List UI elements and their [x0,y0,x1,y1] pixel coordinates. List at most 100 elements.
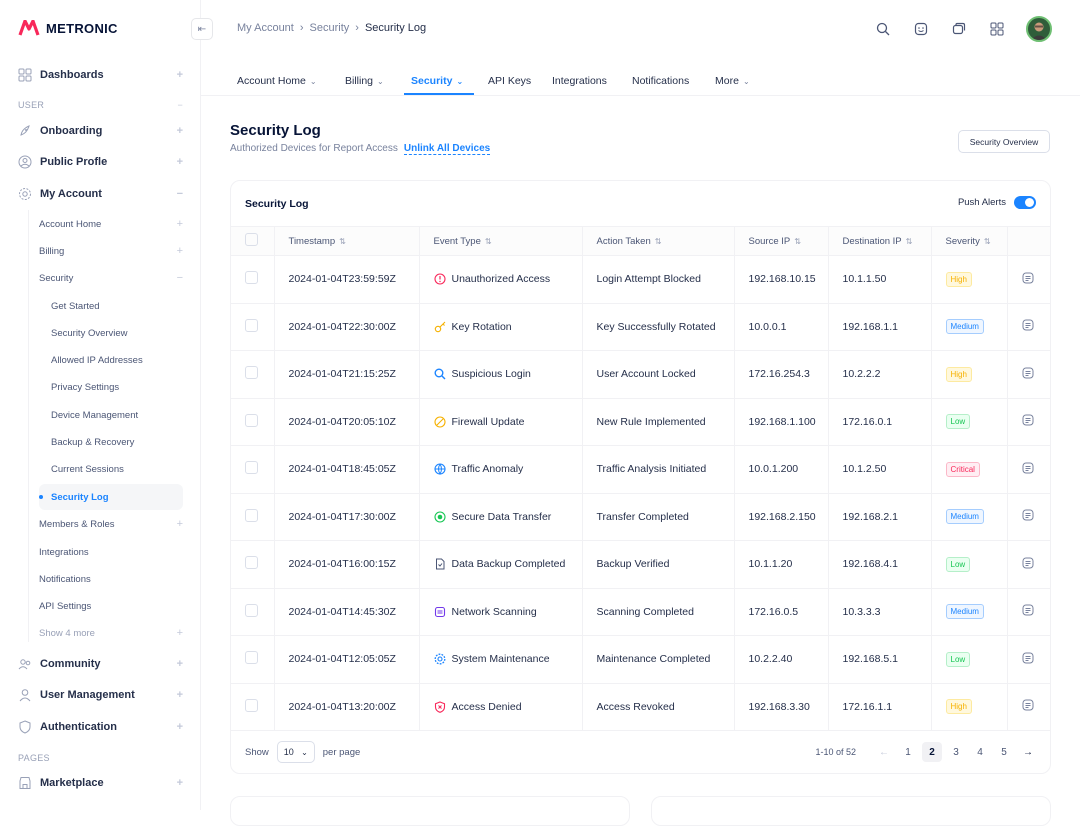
chat-icon[interactable] [912,20,930,38]
row-checkbox[interactable] [245,651,258,665]
sidebar-subitem-security[interactable]: Security − [39,266,183,290]
row-checkbox[interactable] [245,603,258,617]
note-icon[interactable] [1022,462,1034,474]
sidebar-item-marketplace[interactable]: Marketplace + [18,770,183,796]
user-circle-icon [18,155,32,169]
tab-billing[interactable]: Billing ⌄ [345,67,384,95]
logo[interactable]: METRONIC [18,20,118,36]
column-header: Severity [945,235,980,247]
header: My Account › Security › Security Log [201,0,1080,57]
destination-ip-cell: 10.3.3.3 [827,588,931,636]
note-icon[interactable] [1022,604,1034,616]
sidebar-subitem-allowed-ip-addresses[interactable]: Allowed IP Addresses [39,348,183,374]
destination-ip-cell: 192.168.4.1 [827,540,931,589]
apps-icon[interactable] [988,20,1006,38]
row-checkbox[interactable] [245,556,258,570]
row-checkbox[interactable] [245,508,258,522]
sidebar-subitem-current-sessions[interactable]: Current Sessions [39,457,183,483]
sidebar-subitem-account-home[interactable]: Account Home + [39,212,183,236]
unlink-all-devices-link[interactable]: Unlink All Devices [403,143,491,155]
breadcrumb-item[interactable]: Security [310,22,350,34]
security-overview-button[interactable]: Security Overview [958,130,1050,153]
sidebar-item-public-profle[interactable]: Public Profle + [18,149,183,175]
column-header: Timestamp [288,235,336,247]
event-type-label: Key Rotation [451,320,512,333]
note-icon[interactable] [1022,652,1034,664]
next-page-icon[interactable]: → [1018,742,1038,762]
sidebar-item-community[interactable]: Community + [18,651,183,677]
row-select-cell [231,350,274,399]
source-ip-cell: 10.0.1.200 [733,445,828,494]
sidebar-item-user-management[interactable]: User Management + [18,682,183,708]
avatar[interactable] [1026,16,1052,42]
sidebar-item-my-account[interactable]: My Account − [18,181,183,207]
sidebar-subitem-privacy-settings[interactable]: Privacy Settings [39,375,183,401]
severity-cell: High [930,350,1007,399]
sidebar: METRONIC Dashboards + USER − Onboarding + Publ… [0,0,201,810]
sidebar-subitem-get-started[interactable]: Get Started [39,293,183,319]
row-checkbox[interactable] [245,698,258,712]
page-button[interactable]: 3 [946,742,966,762]
page-button[interactable]: 4 [970,742,990,762]
tab-security[interactable]: Security ⌄ [411,67,463,95]
col-severity[interactable]: Severity ⇅ [930,226,1007,256]
expand-icon: + [176,218,183,230]
search-icon[interactable] [874,20,892,38]
push-alerts-toggle[interactable] [1014,196,1036,209]
breadcrumb-item[interactable]: My Account [237,22,294,34]
sidebar-item-label: Marketplace [40,777,104,789]
select-all-checkbox[interactable] [245,233,258,246]
note-icon[interactable] [1022,557,1034,569]
note-icon[interactable] [1022,509,1034,521]
sidebar-subitem-api-settings[interactable]: API Settings [39,594,183,618]
sidebar-subitem-billing[interactable]: Billing + [39,239,183,263]
destination-ip-cell: 192.168.5.1 [827,635,931,684]
tab-notifications[interactable]: Notifications [632,67,689,95]
sort-icon: ⇅ [484,236,492,246]
sidebar-item-onboarding[interactable]: Onboarding + [18,118,183,144]
sidebar-item-label: Public Profle [40,156,108,168]
note-icon[interactable] [1022,699,1034,711]
timestamp-cell: 2024-01-04T16:00:15Z [273,540,419,589]
row-checkbox[interactable] [245,318,258,332]
tab-more[interactable]: More ⌄ [715,67,750,95]
page-button[interactable]: 5 [994,742,1014,762]
tab-api-keys[interactable]: API Keys [488,67,531,95]
sidebar-subitem-integrations[interactable]: Integrations [39,540,183,564]
sidebar-subitem-security-log[interactable]: Security Log [39,484,183,511]
sidebar-subitem-device-management[interactable]: Device Management [39,402,183,428]
row-select-cell [231,493,274,541]
col-action-taken[interactable]: Action Taken ⇅ [581,226,734,256]
tab-integrations[interactable]: Integrations [552,67,607,95]
col-timestamp[interactable]: Timestamp ⇅ [273,226,419,256]
severity-badge: Medium [945,319,984,335]
sidebar-subitem-members-roles[interactable]: Members & Roles + [39,512,183,536]
note-icon[interactable] [1022,414,1034,426]
row-checkbox[interactable] [245,271,258,285]
sidebar-item-dashboards[interactable]: Dashboards + [18,62,183,88]
page-button-current[interactable]: 2 [922,742,942,762]
row-checkbox[interactable] [245,413,258,427]
row-checkbox[interactable] [245,366,258,380]
col-event-type[interactable]: Event Type ⇅ [418,226,582,256]
col-destination-ip[interactable]: Destination IP ⇅ [827,226,931,256]
sidebar-subitem-security-overview[interactable]: Security Overview [39,320,183,346]
sidebar-subitem-notifications[interactable]: Notifications [39,567,183,591]
severity-cell: Medium [930,303,1007,351]
sidebar-item-authentication[interactable]: Authentication + [18,714,183,740]
col-source-ip[interactable]: Source IP ⇅ [733,226,828,256]
tab-account-home[interactable]: Account Home ⌄ [237,67,317,95]
note-icon[interactable] [1022,367,1034,379]
tab-label: Notifications [632,75,690,87]
sidebar-collapse-button[interactable]: ⇤ [191,18,213,40]
page-button[interactable]: 1 [898,742,918,762]
prev-page-icon[interactable]: ← [874,742,894,762]
per-page-select[interactable]: 10 ⌄ [276,741,315,763]
show-more-button[interactable]: Show 4 more + [39,621,183,645]
sidebar-subitem-backup-recovery[interactable]: Backup & Recovery [39,430,183,456]
messages-icon[interactable] [950,20,968,38]
row-checkbox[interactable] [245,461,258,475]
row-action-cell [1006,350,1050,399]
note-icon[interactable] [1022,272,1034,284]
note-icon[interactable] [1022,319,1034,331]
